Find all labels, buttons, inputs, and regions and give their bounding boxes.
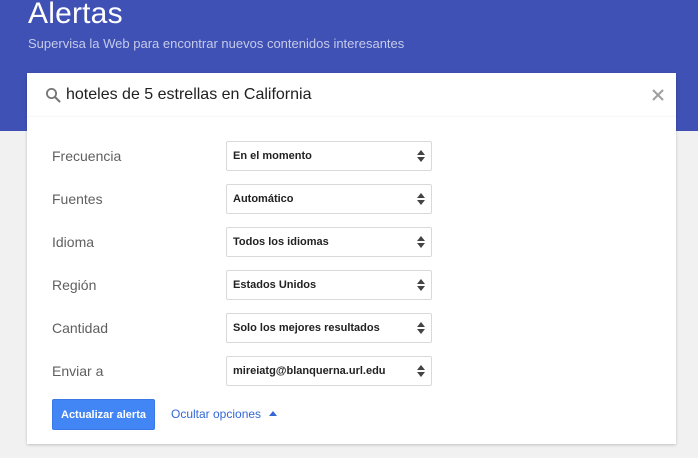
option-label: Cantidad — [52, 320, 109, 336]
hide-options-link[interactable]: Ocultar opciones — [171, 399, 278, 430]
select-value: Automático — [233, 193, 294, 205]
caret-up-icon — [269, 411, 278, 417]
search-icon — [46, 88, 61, 103]
up-down-arrows-icon — [417, 322, 425, 334]
select-value: En el momento — [233, 150, 312, 162]
close-icon[interactable] — [650, 87, 666, 103]
alert-query-box — [27, 73, 676, 117]
page-subtitle: Supervisa la Web para encontrar nuevos c… — [28, 36, 405, 51]
up-down-arrows-icon — [417, 236, 425, 248]
region-select[interactable]: Estados Unidos — [226, 270, 432, 300]
option-row-sources: Fuentes Automático — [27, 184, 676, 214]
alert-options-card: Frecuencia En el momento Fuentes Automát… — [27, 117, 676, 444]
up-down-arrows-icon — [417, 150, 425, 162]
option-row-region: Región Estados Unidos — [27, 270, 676, 300]
up-down-arrows-icon — [417, 279, 425, 291]
select-value: Solo los mejores resultados — [233, 322, 380, 334]
language-select[interactable]: Todos los idiomas — [226, 227, 432, 257]
option-label: Idioma — [52, 234, 95, 250]
deliver-to-select[interactable]: mireiatg@blanquerna.url.edu — [226, 356, 432, 386]
option-label: Frecuencia — [52, 148, 122, 164]
hide-options-label: Ocultar opciones — [171, 407, 262, 421]
update-alert-button[interactable]: Actualizar alerta — [52, 399, 155, 430]
option-row-quantity: Cantidad Solo los mejores resultados — [27, 313, 676, 343]
option-row-deliver-to: Enviar a mireiatg@blanquerna.url.edu — [27, 356, 676, 386]
up-down-arrows-icon — [417, 365, 425, 377]
option-label: Fuentes — [52, 191, 103, 207]
option-label: Enviar a — [52, 363, 104, 379]
sources-select[interactable]: Automático — [226, 184, 432, 214]
alert-query-input[interactable] — [66, 73, 626, 117]
select-value: mireiatg@blanquerna.url.edu — [233, 365, 386, 377]
option-row-language: Idioma Todos los idiomas — [27, 227, 676, 257]
option-label: Región — [52, 277, 97, 293]
select-value: Estados Unidos — [233, 279, 317, 291]
option-row-frequency: Frecuencia En el momento — [27, 141, 676, 171]
frequency-select[interactable]: En el momento — [226, 141, 432, 171]
up-down-arrows-icon — [417, 193, 425, 205]
select-value: Todos los idiomas — [233, 236, 329, 248]
page-title: Alertas — [28, 0, 123, 30]
quantity-select[interactable]: Solo los mejores resultados — [226, 313, 432, 343]
